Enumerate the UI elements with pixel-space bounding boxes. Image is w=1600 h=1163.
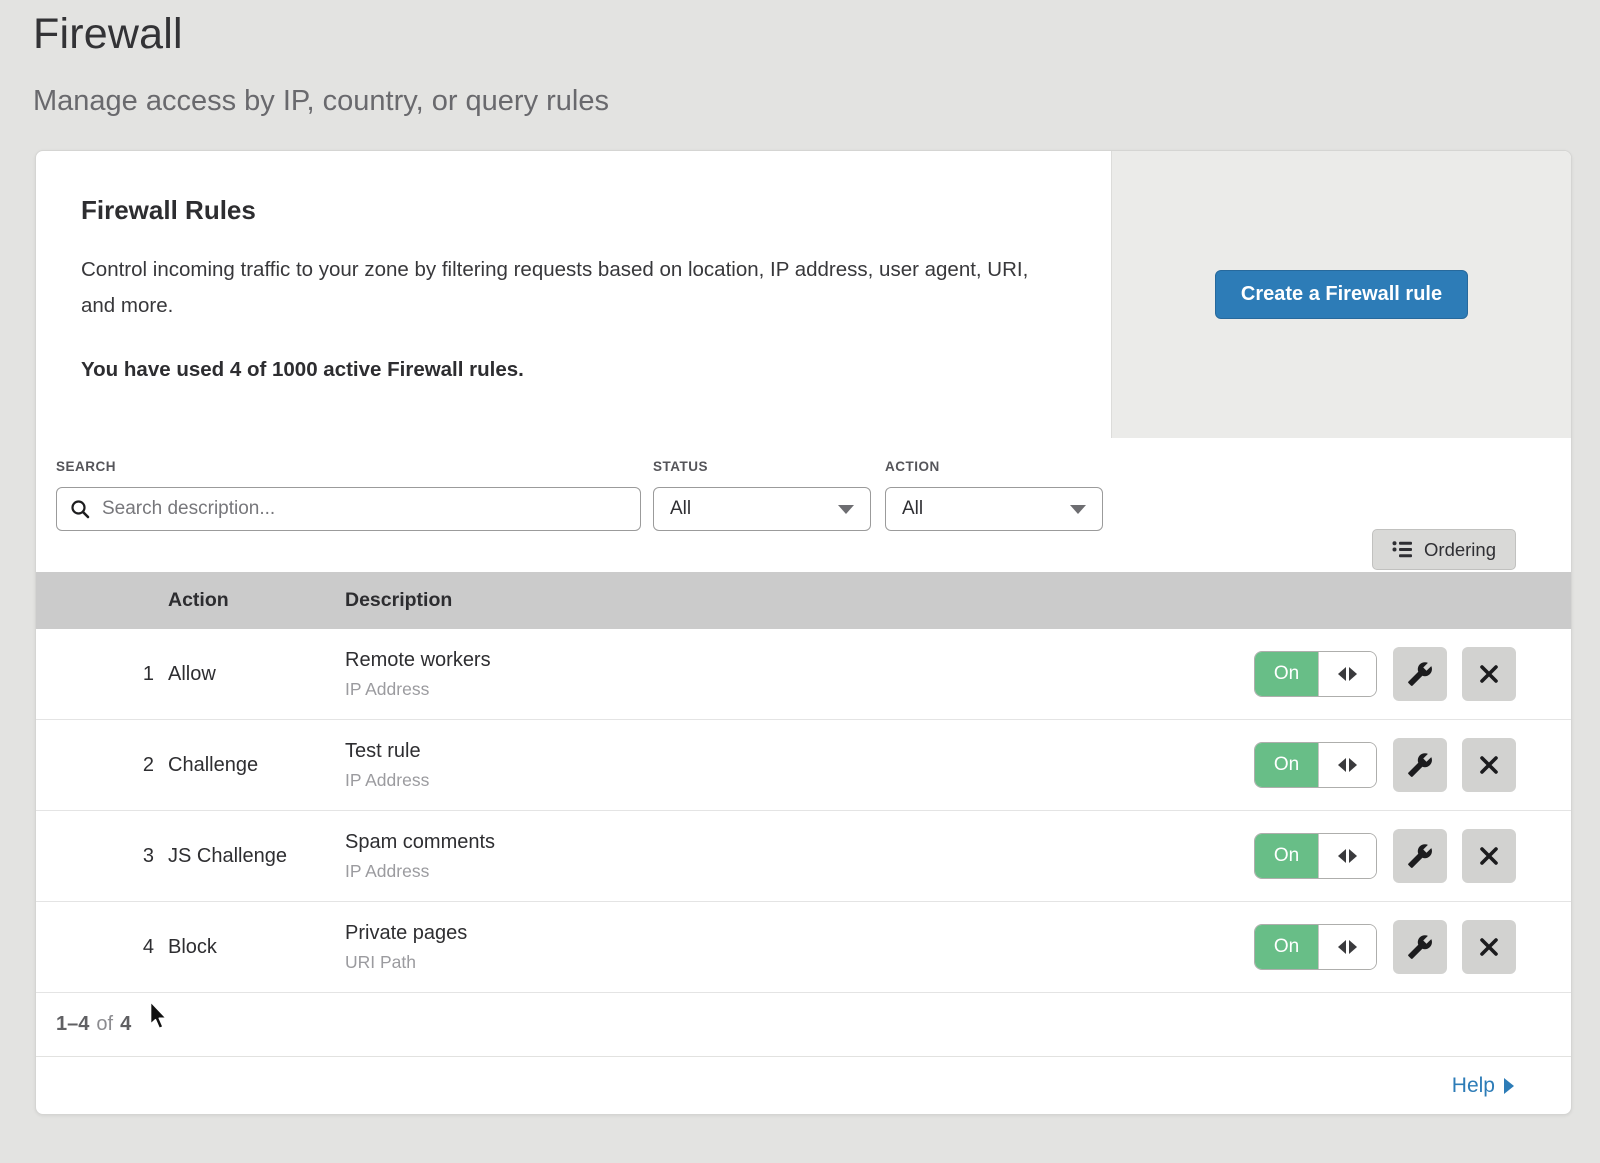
ordering-button[interactable]: Ordering bbox=[1372, 529, 1516, 570]
rule-action: Block bbox=[168, 936, 345, 959]
rules-usage-count: You have used 4 of 1000 active Firewall … bbox=[81, 358, 1051, 382]
chevron-down-icon bbox=[1070, 505, 1086, 514]
status-filter-group: STATUS All bbox=[653, 459, 885, 531]
delete-rule-button[interactable] bbox=[1462, 829, 1516, 883]
action-filter-group: ACTION All bbox=[885, 459, 1117, 531]
ordering-button-label: Ordering bbox=[1424, 539, 1496, 561]
edit-rule-button[interactable] bbox=[1393, 738, 1447, 792]
wrench-icon bbox=[1407, 843, 1433, 869]
page-header: Firewall Manage access by IP, country, o… bbox=[0, 0, 1600, 118]
wrench-icon bbox=[1407, 752, 1433, 778]
close-icon bbox=[1477, 935, 1501, 959]
table-row: 3 JS Challenge Spam comments IP Address … bbox=[36, 811, 1571, 902]
delete-rule-button[interactable] bbox=[1462, 920, 1516, 974]
toggle-on-label: On bbox=[1255, 652, 1318, 696]
page-subtitle: Manage access by IP, country, or query r… bbox=[33, 85, 1560, 118]
rule-description-cell: Spam comments IP Address bbox=[345, 831, 1254, 882]
rules-info-section: Firewall Rules Control incoming traffic … bbox=[36, 151, 1571, 438]
toggle-arrows-icon bbox=[1318, 652, 1376, 696]
rule-enabled-toggle[interactable]: On bbox=[1254, 651, 1377, 697]
create-rule-panel: Create a Firewall rule bbox=[1111, 151, 1571, 438]
rule-description: Spam comments bbox=[345, 831, 1254, 854]
toggle-on-label: On bbox=[1255, 743, 1318, 787]
action-column-header: Action bbox=[168, 589, 345, 612]
pagination-total: 4 bbox=[120, 1013, 131, 1036]
ordered-list-icon bbox=[1392, 540, 1413, 559]
rule-controls: On bbox=[1254, 647, 1571, 701]
help-arrow-icon bbox=[1504, 1078, 1514, 1094]
rule-priority: 2 bbox=[36, 754, 168, 777]
rule-controls: On bbox=[1254, 920, 1571, 974]
table-row: 1 Allow Remote workers IP Address On bbox=[36, 629, 1571, 720]
edit-rule-button[interactable] bbox=[1393, 647, 1447, 701]
close-icon bbox=[1477, 844, 1501, 868]
table-header: Action Description bbox=[36, 572, 1571, 629]
rules-description: Control incoming traffic to your zone by… bbox=[81, 252, 1031, 324]
rule-controls: On bbox=[1254, 829, 1571, 883]
table-row: 4 Block Private pages URI Path On bbox=[36, 902, 1571, 993]
rule-action: Allow bbox=[168, 663, 345, 686]
firewall-rules-card: Firewall Rules Control incoming traffic … bbox=[35, 150, 1572, 1115]
wrench-icon bbox=[1407, 661, 1433, 687]
rule-field-type: IP Address bbox=[345, 679, 1254, 700]
description-column-header: Description bbox=[345, 589, 1571, 612]
chevron-down-icon bbox=[838, 505, 854, 514]
pagination-summary: 1–4 of 4 bbox=[36, 993, 1571, 1056]
rule-controls: On bbox=[1254, 738, 1571, 792]
pagination-range: 1–4 bbox=[56, 1013, 89, 1036]
table-row: 2 Challenge Test rule IP Address On bbox=[36, 720, 1571, 811]
rule-description: Remote workers bbox=[345, 649, 1254, 672]
search-box[interactable] bbox=[56, 487, 641, 531]
action-selected-value: All bbox=[902, 498, 923, 520]
page-title: Firewall bbox=[33, 10, 1560, 59]
rule-action: JS Challenge bbox=[168, 845, 345, 868]
toggle-arrows-icon bbox=[1318, 743, 1376, 787]
rule-enabled-toggle[interactable]: On bbox=[1254, 833, 1377, 879]
rule-enabled-toggle[interactable]: On bbox=[1254, 924, 1377, 970]
search-label: SEARCH bbox=[56, 459, 653, 474]
edit-rule-button[interactable] bbox=[1393, 829, 1447, 883]
rule-description-cell: Private pages URI Path bbox=[345, 922, 1254, 973]
rule-description-cell: Remote workers IP Address bbox=[345, 649, 1254, 700]
action-label: ACTION bbox=[885, 459, 1117, 474]
rules-heading: Firewall Rules bbox=[81, 195, 1051, 226]
help-link-label: Help bbox=[1452, 1074, 1495, 1098]
wrench-icon bbox=[1407, 934, 1433, 960]
status-selected-value: All bbox=[670, 498, 691, 520]
rule-enabled-toggle[interactable]: On bbox=[1254, 742, 1377, 788]
rule-priority: 1 bbox=[36, 663, 168, 686]
create-firewall-rule-button[interactable]: Create a Firewall rule bbox=[1215, 270, 1468, 319]
rule-priority: 4 bbox=[36, 936, 168, 959]
rule-description: Test rule bbox=[345, 740, 1254, 763]
filter-bar: SEARCH STATUS All ACTION All bbox=[36, 438, 1571, 572]
rule-field-type: IP Address bbox=[345, 861, 1254, 882]
search-filter-group: SEARCH bbox=[56, 459, 653, 531]
rule-description-cell: Test rule IP Address bbox=[345, 740, 1254, 791]
toggle-arrows-icon bbox=[1318, 925, 1376, 969]
toggle-on-label: On bbox=[1255, 925, 1318, 969]
status-label: STATUS bbox=[653, 459, 885, 474]
close-icon bbox=[1477, 662, 1501, 686]
search-icon bbox=[70, 499, 90, 519]
rule-action: Challenge bbox=[168, 754, 345, 777]
rule-field-type: URI Path bbox=[345, 952, 1254, 973]
pagination-of: of bbox=[96, 1013, 113, 1036]
rule-description: Private pages bbox=[345, 922, 1254, 945]
rule-priority: 3 bbox=[36, 845, 168, 868]
help-link[interactable]: Help bbox=[1452, 1074, 1514, 1098]
rules-info-text: Firewall Rules Control incoming traffic … bbox=[36, 151, 1111, 438]
rule-field-type: IP Address bbox=[345, 770, 1254, 791]
delete-rule-button[interactable] bbox=[1462, 647, 1516, 701]
toggle-arrows-icon bbox=[1318, 834, 1376, 878]
action-select[interactable]: All bbox=[885, 487, 1103, 531]
delete-rule-button[interactable] bbox=[1462, 738, 1516, 792]
close-icon bbox=[1477, 753, 1501, 777]
status-select[interactable]: All bbox=[653, 487, 871, 531]
edit-rule-button[interactable] bbox=[1393, 920, 1447, 974]
toggle-on-label: On bbox=[1255, 834, 1318, 878]
search-input[interactable] bbox=[100, 497, 627, 521]
help-bar: Help bbox=[36, 1056, 1571, 1114]
